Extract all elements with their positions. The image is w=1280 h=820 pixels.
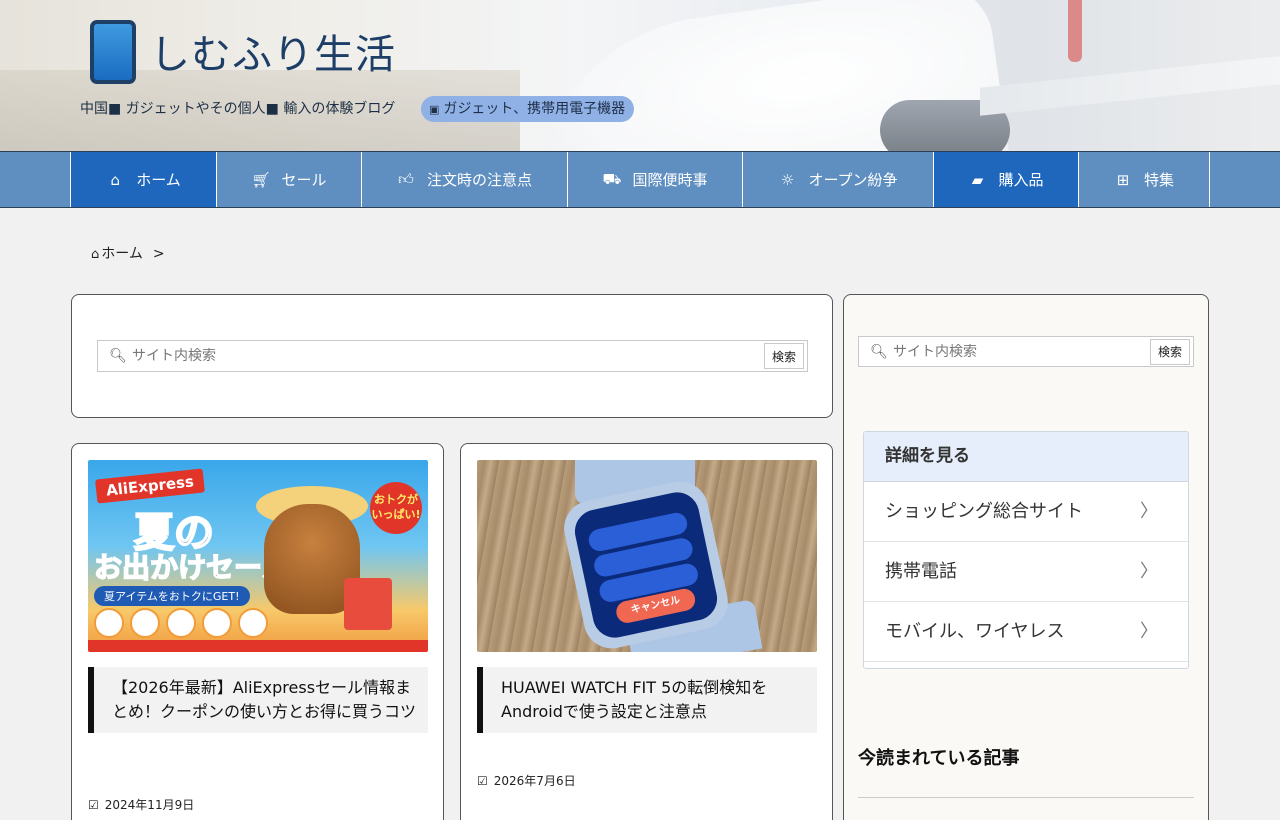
sidebar-menu-item-label: ショッピング総合サイト xyxy=(885,501,1083,522)
sidebar-search-box: 🔍︎ 検索 xyxy=(858,336,1194,367)
category-chip-label: ガジェット、携帯用電子機器 xyxy=(443,101,626,117)
nav-label: 注文時の注意点 xyxy=(426,171,532,189)
category-chip[interactable]: ▣ ガジェット、携帯用電子機器 xyxy=(421,96,635,122)
article-title[interactable]: HUAWEI WATCH FIT 5の転倒検知をAndroidで使う設定と注意点 xyxy=(477,667,817,733)
nav-item-home[interactable]: ⌂ ホーム xyxy=(70,152,216,207)
thumb-badge: おトクがいっぱい! xyxy=(370,482,422,534)
calendar-check-icon: ☑ xyxy=(88,798,99,812)
nav-item-order-notes[interactable]: 👍︎ 注文時の注意点 xyxy=(361,152,567,207)
nav-label: セール xyxy=(281,171,327,189)
nav-label: ホーム xyxy=(136,171,181,189)
article-thumbnail[interactable]: AliExpress 夏の お出かけセール おトクがいっぱい! 夏アイテムをおト… xyxy=(88,460,428,652)
lightbulb-icon: ☼ xyxy=(780,170,795,189)
tablet-logo-icon[interactable] xyxy=(90,20,136,84)
popular-articles-heading: 今読まれている記事 xyxy=(858,748,1020,769)
cart-icon: 🛒︎ xyxy=(251,170,271,189)
thumb-watch-screen: キャンセル xyxy=(570,488,722,642)
nav-label: 購入品 xyxy=(998,171,1044,189)
main-search-box: 🔍︎ 検索 xyxy=(97,340,808,372)
global-nav: ⌂ ホーム 🛒︎ セール 👍︎ 注文時の注意点 ⛟ 国際便時事 ☼ オープン紛争 ▰ 購入品… xyxy=(0,151,1280,208)
article-title[interactable]: 【2026年最新】AliExpressセール情報まとめ！クーポンの使い方とお得に… xyxy=(88,667,428,733)
sidebar-search-input[interactable] xyxy=(893,343,1150,360)
nav-label: 特集 xyxy=(1143,171,1174,189)
thumb-headline-sale: お出かけセール xyxy=(93,550,291,585)
article-card[interactable]: AliExpress 夏の お出かけセール おトクがいっぱい! 夏アイテムをおト… xyxy=(71,443,444,820)
calendar-check-icon: ☑ xyxy=(477,774,488,788)
search-icon: 🔍︎ xyxy=(870,343,888,360)
thumb-brand: AliExpress xyxy=(95,468,205,504)
breadcrumb: ⌂ ホーム > xyxy=(91,243,165,263)
home-icon: ⌂ xyxy=(91,247,100,262)
gift-icon: ⊞ xyxy=(1116,170,1130,189)
nav-item-purchases[interactable]: ▰ 購入品 xyxy=(933,152,1078,207)
thumbs-up-icon: 👍︎ xyxy=(398,170,414,188)
sidebar-menu-item-label: 携帯電話 xyxy=(885,561,957,582)
truck-icon: ⛟ xyxy=(602,169,622,188)
home-icon: ⌂ xyxy=(110,170,120,189)
nav-item-features[interactable]: ⊞ 特集 xyxy=(1078,152,1209,207)
search-panel: 🔍︎ 検索 xyxy=(71,294,833,418)
sidebar-menu-item-label: モバイル、ワイヤレス xyxy=(885,621,1065,642)
search-icon: 🔍︎ xyxy=(109,348,127,364)
sidebar-menu-item[interactable]: モバイル、ワイヤレス 〉 xyxy=(864,602,1188,662)
chevron-right-icon: 〉 xyxy=(1140,561,1158,582)
breadcrumb-separator: > xyxy=(152,246,165,262)
divider xyxy=(858,797,1194,798)
site-title[interactable]: しむふり生活 xyxy=(150,22,396,80)
nav-item-sale[interactable]: 🛒︎ セール xyxy=(216,152,361,207)
sidebar-category-menu: 詳細を見る ショッピング総合サイト 〉 携帯電話 〉 モバイル、ワイヤレス 〉 xyxy=(863,431,1189,669)
main-search-button[interactable]: 検索 xyxy=(763,343,804,369)
sidebar-menu-item[interactable]: ショッピング総合サイト 〉 xyxy=(864,482,1188,542)
thumb-strip: 夏アイテムをおトクにGET! xyxy=(94,586,250,606)
article-date-text: 2026年7月6日 xyxy=(493,774,576,788)
briefcase-icon: ▰ xyxy=(971,170,984,189)
nav-label: オープン紛争 xyxy=(808,171,898,189)
breadcrumb-home-link[interactable]: ホーム xyxy=(101,246,143,262)
site-tagline: 中国■ ガジェットやその個人■ 輸入の体験ブログ xyxy=(80,101,396,117)
image-icon: ▣ xyxy=(429,103,440,116)
thumb-shopping-bag xyxy=(344,578,392,630)
article-date: ☑ 2024年11月9日 xyxy=(88,796,194,813)
article-card[interactable]: キャンセル HUAWEI WATCH FIT 5の転倒検知をAndroidで使う… xyxy=(460,443,833,820)
nav-item-open-dispute[interactable]: ☼ オープン紛争 xyxy=(742,152,933,207)
sidebar-menu-item[interactable]: 携帯電話 〉 xyxy=(864,542,1188,602)
main-search-input[interactable] xyxy=(132,348,764,364)
nav-item-intl-shipping[interactable]: ⛟ 国際便時事 xyxy=(567,152,742,207)
article-date-text: 2024年11月9日 xyxy=(104,798,195,812)
nav-label: 国際便時事 xyxy=(632,171,708,189)
sidebar-search-button[interactable]: 検索 xyxy=(1149,338,1190,365)
site-header: しむふり生活 中国■ ガジェットやその個人■ 輸入の体験ブログ ▣ ガジェット、携… xyxy=(0,0,1280,152)
article-date: ☑ 2026年7月6日 xyxy=(477,772,576,789)
article-thumbnail[interactable]: キャンセル xyxy=(477,460,817,652)
chevron-right-icon: 〉 xyxy=(1140,621,1158,642)
chevron-right-icon: 〉 xyxy=(1140,501,1158,522)
sidebar-menu-title: 詳細を見る xyxy=(864,432,1188,482)
thumb-item-icons xyxy=(94,608,268,638)
